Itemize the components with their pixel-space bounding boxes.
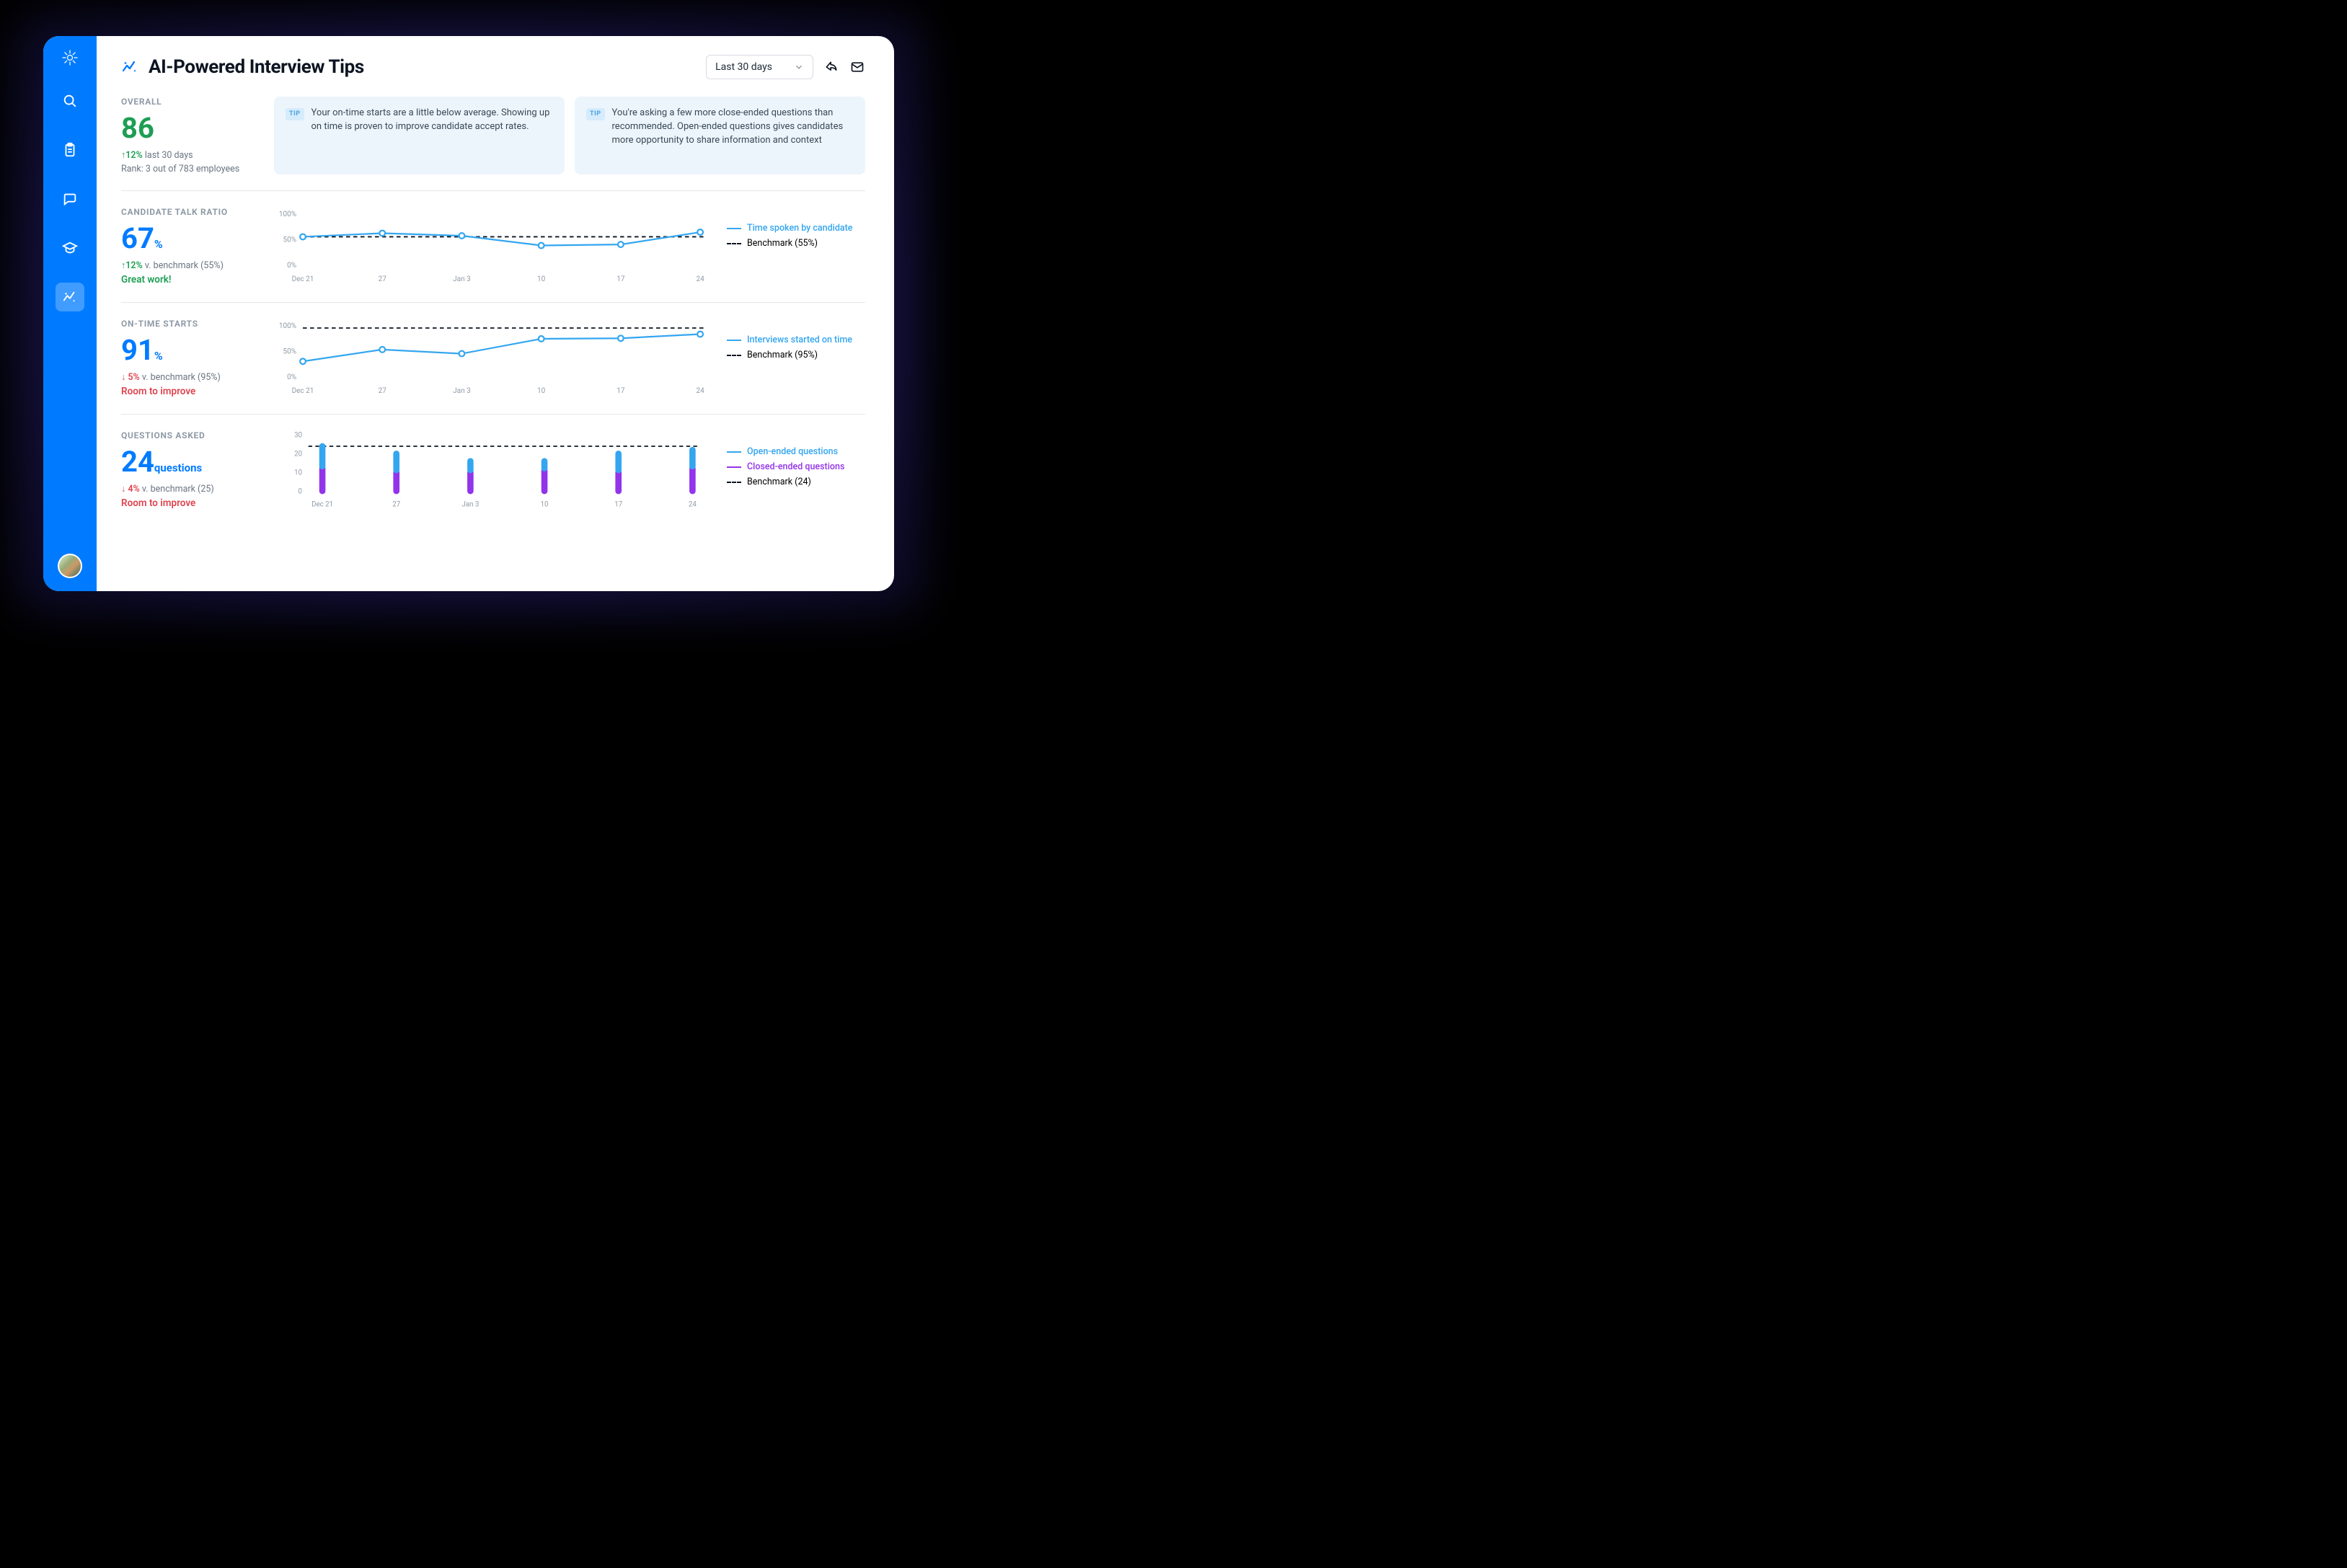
section-ontime: ON-TIME STARTS 91% ↓ 5% v. benchmark (95… bbox=[121, 319, 865, 415]
svg-text:10: 10 bbox=[537, 275, 546, 283]
overall-rank: Rank: 3 out of 783 employees bbox=[121, 164, 274, 174]
svg-text:50%: 50% bbox=[283, 236, 297, 244]
talk-ratio-label: CANDIDATE TALK RATIO bbox=[121, 207, 274, 217]
main-content: AI-Powered Interview Tips Last 30 days O… bbox=[97, 36, 894, 591]
sparkle-trend-icon bbox=[61, 288, 79, 306]
svg-text:100%: 100% bbox=[279, 211, 296, 218]
nav-clipboard[interactable] bbox=[56, 136, 84, 164]
tip-card: TIP You're asking a few more close-ended… bbox=[575, 97, 865, 174]
questions-value: 24questions bbox=[121, 448, 274, 477]
avatar[interactable] bbox=[58, 554, 82, 578]
questions-chart: 0 10 20 30 Dec 21 27 Jan 3 10 17 24 bbox=[274, 430, 707, 510]
ontime-delta: ↓ 5% v. benchmark (95%) bbox=[121, 372, 274, 383]
search-icon bbox=[61, 92, 79, 110]
svg-text:27: 27 bbox=[379, 387, 387, 395]
svg-text:17: 17 bbox=[614, 501, 622, 509]
nav-search[interactable] bbox=[56, 87, 84, 115]
nav-ai-tips[interactable] bbox=[56, 283, 84, 311]
tip-badge: TIP bbox=[286, 108, 304, 120]
talk-ratio-status: Great work! bbox=[121, 274, 274, 285]
share-button[interactable] bbox=[823, 59, 839, 75]
svg-text:Dec 21: Dec 21 bbox=[292, 387, 314, 395]
page-title: AI-Powered Interview Tips bbox=[149, 56, 364, 78]
share-icon bbox=[824, 60, 839, 74]
overall-label: OVERALL bbox=[121, 97, 274, 107]
svg-text:Jan 3: Jan 3 bbox=[453, 387, 471, 395]
ontime-status: Room to improve bbox=[121, 386, 274, 397]
svg-text:0%: 0% bbox=[287, 373, 296, 381]
dropdown-label: Last 30 days bbox=[715, 61, 772, 73]
clipboard-icon bbox=[61, 141, 79, 159]
sparkle-trend-icon bbox=[121, 58, 138, 76]
questions-label: QUESTIONS ASKED bbox=[121, 430, 274, 440]
svg-text:50%: 50% bbox=[283, 347, 297, 355]
logo-icon bbox=[61, 49, 79, 66]
date-range-dropdown[interactable]: Last 30 days bbox=[706, 55, 813, 79]
svg-text:24: 24 bbox=[696, 275, 704, 283]
page-header: AI-Powered Interview Tips Last 30 days bbox=[121, 55, 865, 79]
overall-delta: ↑12% last 30 days bbox=[121, 150, 274, 161]
svg-text:20: 20 bbox=[294, 451, 302, 459]
ontime-label: ON-TIME STARTS bbox=[121, 319, 274, 329]
talk-ratio-legend: Time spoken by candidate Benchmark (55%) bbox=[727, 207, 865, 286]
talk-ratio-value: 67% bbox=[121, 224, 274, 253]
svg-text:10: 10 bbox=[541, 501, 549, 509]
svg-text:30: 30 bbox=[294, 432, 302, 440]
sidebar bbox=[43, 36, 97, 591]
svg-text:Dec 21: Dec 21 bbox=[311, 501, 333, 509]
mail-icon bbox=[850, 60, 865, 74]
tip-card: TIP Your on-time starts are a little bel… bbox=[274, 97, 565, 174]
questions-delta: ↓ 4% v. benchmark (25) bbox=[121, 484, 274, 495]
svg-text:27: 27 bbox=[379, 275, 387, 283]
nav-chat[interactable] bbox=[56, 185, 84, 213]
graduation-icon bbox=[61, 239, 79, 257]
svg-text:Jan 3: Jan 3 bbox=[461, 501, 479, 509]
tip-text: You're asking a few more close-ended que… bbox=[612, 107, 854, 164]
svg-text:17: 17 bbox=[616, 275, 625, 283]
section-talk-ratio: CANDIDATE TALK RATIO 67% ↑12% v. benchma… bbox=[121, 207, 865, 303]
tip-badge: TIP bbox=[586, 108, 605, 120]
tip-text: Your on-time starts are a little below a… bbox=[311, 107, 553, 164]
section-questions: QUESTIONS ASKED 24questions ↓ 4% v. benc… bbox=[121, 430, 865, 526]
svg-text:0: 0 bbox=[299, 487, 302, 495]
svg-text:0%: 0% bbox=[287, 262, 296, 270]
questions-legend: Open-ended questions Closed-ended questi… bbox=[727, 430, 865, 510]
svg-text:10: 10 bbox=[294, 469, 302, 477]
svg-text:24: 24 bbox=[696, 387, 704, 395]
ontime-value: 91% bbox=[121, 336, 274, 365]
email-button[interactable] bbox=[849, 59, 865, 75]
talk-ratio-delta: ↑12% v. benchmark (55%) bbox=[121, 260, 274, 271]
ontime-chart: 0% 50% 100% Dec 21 27 Jan 3 10 17 24 bbox=[274, 319, 707, 398]
app-window: AI-Powered Interview Tips Last 30 days O… bbox=[43, 36, 894, 591]
nav-education[interactable] bbox=[56, 234, 84, 262]
section-overall: OVERALL 86 ↑12% last 30 days Rank: 3 out… bbox=[121, 97, 865, 191]
svg-text:Dec 21: Dec 21 bbox=[292, 275, 314, 283]
questions-status: Room to improve bbox=[121, 497, 274, 509]
svg-text:17: 17 bbox=[616, 387, 625, 395]
chevron-down-icon bbox=[794, 62, 804, 72]
svg-text:24: 24 bbox=[689, 501, 697, 509]
svg-text:Jan 3: Jan 3 bbox=[453, 275, 471, 283]
chat-icon bbox=[61, 190, 79, 208]
svg-text:10: 10 bbox=[537, 387, 546, 395]
ontime-legend: Interviews started on time Benchmark (95… bbox=[727, 319, 865, 398]
talk-ratio-chart: 0% 50% 100% Dec 21 27 Jan 3 10 17 24 bbox=[274, 207, 707, 286]
svg-text:27: 27 bbox=[392, 501, 400, 509]
svg-text:100%: 100% bbox=[279, 322, 296, 330]
overall-score: 86 bbox=[121, 114, 274, 143]
